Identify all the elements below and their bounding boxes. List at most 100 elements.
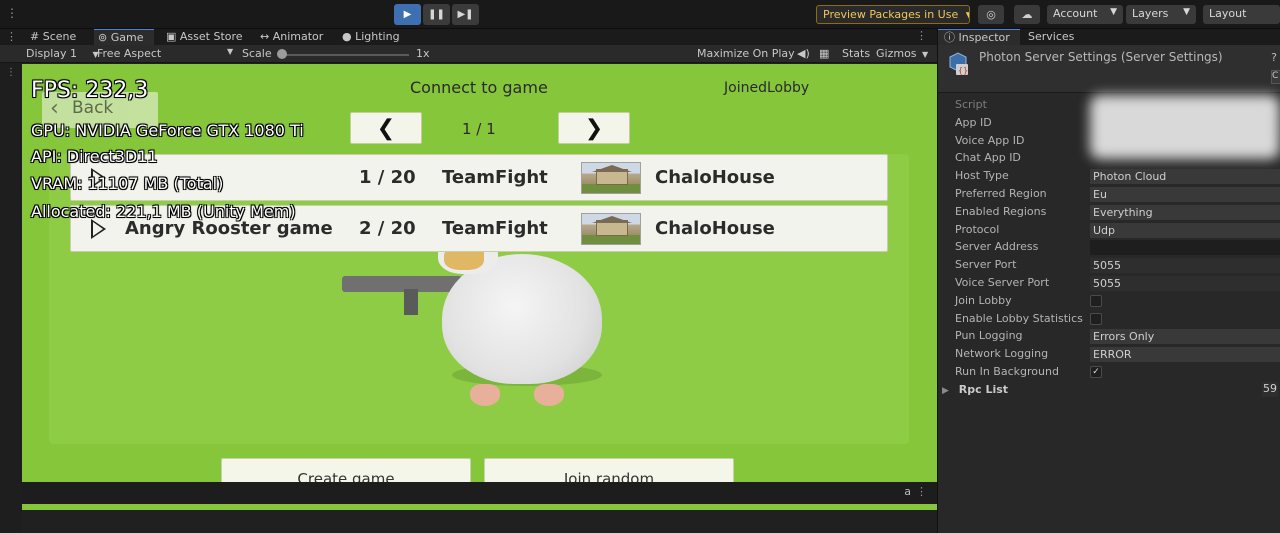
room-map: ChaloHouse <box>655 167 775 188</box>
tab-scene[interactable]: # Scene <box>30 29 80 45</box>
pause-button[interactable]: ❚❚ <box>423 4 450 25</box>
gizmos-dropdown[interactable]: Gizmos ▼ <box>876 47 928 60</box>
scale-slider-track[interactable] <box>283 54 409 56</box>
stats-toggle[interactable]: Stats <box>842 47 870 60</box>
aspect-label: Free Aspect <box>97 47 162 60</box>
room-player-count: 2 / 20 <box>359 218 416 239</box>
property-field[interactable]: 5055 <box>1090 276 1280 291</box>
tab-services[interactable]: Services <box>1028 29 1074 45</box>
help-icon[interactable]: ? <box>1271 51 1277 64</box>
account-dropdown[interactable]: Account ▼ <box>1047 5 1123 24</box>
api-readout: API: Direct3D11 <box>31 147 158 166</box>
lock-icon[interactable]: a <box>904 485 911 498</box>
tab-lighting-label: Lighting <box>355 30 400 43</box>
mute-audio-icon[interactable]: ◀) <box>797 47 810 60</box>
display-label: Display 1 <box>26 47 78 60</box>
rifle-image <box>342 276 462 292</box>
chevron-left-icon: ❮ <box>376 115 396 141</box>
main-toolbar: ⋮ ▶ ❚❚ ▶❚ Preview Packages in Use ▼ ◎ ☁ … <box>0 0 1280 29</box>
tab-game[interactable]: ⊚ Game <box>94 29 154 45</box>
toolbar-menu-icon[interactable]: ⋮ <box>6 6 19 20</box>
property-label: Protocol <box>955 223 1000 236</box>
property-label: App ID <box>955 116 992 129</box>
property-label: Chat App ID <box>955 151 1021 164</box>
gizmos-label: Gizmos <box>876 47 917 60</box>
network-status: JoinedLobby <box>724 80 810 96</box>
layers-dropdown[interactable]: Layers ▼ <box>1126 5 1196 24</box>
info-icon: ⓘ <box>944 31 955 44</box>
footer-menu-icon[interactable]: ⋮ <box>916 485 927 498</box>
play-icon: ▶ <box>403 9 412 20</box>
play-button[interactable]: ▶ <box>394 4 421 25</box>
lightbulb-icon: ● <box>342 30 352 43</box>
layout-label: Layout <box>1209 7 1247 20</box>
property-field[interactable]: 5055 <box>1090 258 1280 273</box>
join-room-icon[interactable] <box>91 219 106 239</box>
room-name: Angry Rooster game <box>125 218 333 239</box>
scale-label: Scale <box>242 47 272 60</box>
property-checkbox[interactable] <box>1090 313 1102 325</box>
tab-game-label: Game <box>110 31 144 44</box>
property-label: Enable Lobby Statistics <box>955 312 1083 325</box>
property-dropdown[interactable]: Everything <box>1090 205 1280 220</box>
step-button[interactable]: ▶❚ <box>452 4 479 25</box>
chicken-foot-right <box>534 384 564 406</box>
chicken-character <box>342 234 612 414</box>
layers-label: Layers <box>1132 7 1169 20</box>
collab-button[interactable]: ◎ <box>978 5 1004 24</box>
rpc-list-count[interactable]: 59 <box>1262 382 1278 397</box>
property-label: Script <box>955 98 987 111</box>
property-dropdown[interactable]: Errors Only <box>1090 329 1280 344</box>
property-checkbox[interactable]: ✓ <box>1090 366 1102 378</box>
collab-icon: ◎ <box>986 8 996 21</box>
room-mode: TeamFight <box>442 218 548 239</box>
stats-icon: ▦ <box>819 47 830 60</box>
tab-services-label: Services <box>1028 30 1075 43</box>
tab-lighting[interactable]: ● Lighting <box>342 29 412 45</box>
gamepad-icon: ⊚ <box>98 31 108 44</box>
room-mode: TeamFight <box>442 167 548 188</box>
cloud-button[interactable]: ☁ <box>1014 5 1040 24</box>
scale-slider-handle[interactable] <box>277 49 287 59</box>
property-field[interactable] <box>1090 240 1280 255</box>
prev-page-button[interactable]: ❮ <box>350 112 422 144</box>
tab-scene-label: Scene <box>42 30 77 43</box>
inspector-tabs: ⓘ Inspector Services <box>938 29 1280 45</box>
side-menu-icon[interactable]: ⋮ <box>6 67 16 78</box>
display-dropdown[interactable]: Display 1 ▼ <box>26 47 99 60</box>
room-player-count: 1 / 20 <box>359 167 416 188</box>
tab-animator-label: Animator <box>272 30 324 43</box>
property-dropdown[interactable]: Eu <box>1090 187 1280 202</box>
next-page-button[interactable]: ❯ <box>558 112 630 144</box>
property-dropdown[interactable]: Photon Cloud <box>1090 169 1280 184</box>
layout-dropdown[interactable]: Layout <box>1203 5 1280 24</box>
property-label: Host Type <box>955 169 1009 182</box>
property-label: Voice Server Port <box>955 276 1050 289</box>
preview-packages-label: Preview Packages in Use <box>823 8 959 21</box>
property-label: Server Port <box>955 258 1017 271</box>
room-map: ChaloHouse <box>655 218 775 239</box>
open-button[interactable]: C <box>1271 70 1280 84</box>
tab-asset-store[interactable]: ▣ Asset Store <box>166 29 246 45</box>
tab-animator[interactable]: ↔ Animator <box>260 29 328 45</box>
tab-inspector[interactable]: ⓘ Inspector <box>938 29 1020 45</box>
game-panel-footer: a ⋮ <box>22 482 937 504</box>
property-dropdown[interactable]: Udp <box>1090 223 1280 238</box>
page-indicator: 1 / 1 <box>462 120 496 138</box>
vram-readout: VRAM: 11107 MB (Total) <box>31 174 224 193</box>
property-label: Preferred Region <box>955 187 1047 200</box>
tab-options-icon[interactable]: ⋮ <box>916 29 927 42</box>
rpc-list-foldout[interactable]: ▶ Rpc List <box>942 383 1008 396</box>
property-checkbox[interactable] <box>1090 295 1102 307</box>
aspect-dropdown[interactable]: Free Aspect ▼ <box>97 47 233 60</box>
maximize-on-play-toggle[interactable]: Maximize On Play <box>697 47 795 60</box>
chicken-foot-left <box>470 384 500 406</box>
redacted-region <box>1090 95 1280 159</box>
chevron-right-icon: ❯ <box>584 115 604 141</box>
property-label: Join Lobby <box>955 294 1012 307</box>
playback-controls: ▶ ❚❚ ▶❚ <box>394 4 479 25</box>
panel-menu-icon[interactable]: ⋮ <box>6 29 17 45</box>
store-icon: ▣ <box>166 30 177 43</box>
preview-packages-button[interactable]: Preview Packages in Use ▼ <box>816 5 970 24</box>
property-dropdown[interactable]: ERROR <box>1090 347 1280 362</box>
